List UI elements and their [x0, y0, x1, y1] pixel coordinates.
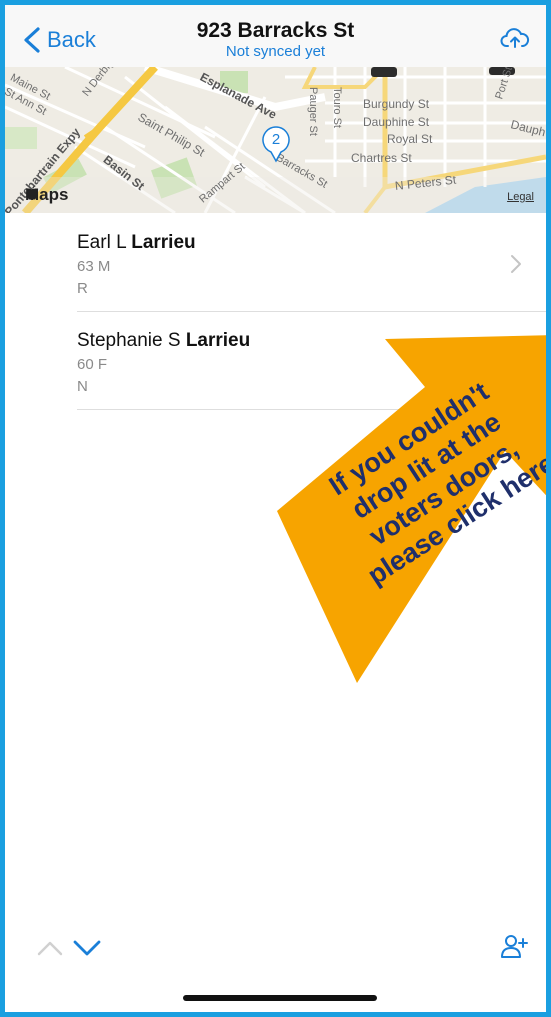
- voter-age-sex: 60 F: [77, 356, 108, 373]
- voter-party: N: [77, 378, 88, 395]
- sync-status: Not synced yet: [225, 43, 326, 60]
- voter-name: Earl L Larrieu: [77, 232, 196, 254]
- chevron-down-icon[interactable]: [73, 939, 101, 957]
- voter-last-name: Larrieu: [131, 232, 196, 253]
- map-label: Burgundy St: [363, 97, 430, 111]
- apple-logo-icon: [26, 186, 38, 200]
- legal-link[interactable]: Legal: [507, 191, 534, 203]
- voter-first-name: Stephanie S: [77, 330, 181, 351]
- map-label: Pauger St: [307, 87, 319, 136]
- screen: Back 923 Barracks St Not synced yet Main…: [5, 5, 546, 1012]
- chevron-up-icon: [37, 941, 63, 956]
- map-label: Dauphine St: [363, 115, 430, 129]
- page-title: 923 Barracks St: [196, 19, 355, 42]
- add-person-icon[interactable]: [500, 933, 528, 959]
- voter-age-sex: 63 M: [77, 258, 111, 275]
- chevron-right-icon: [511, 255, 521, 273]
- voter-party: R: [77, 280, 88, 297]
- map-view[interactable]: Maine St St Ann St N Derbigny Esplanade …: [5, 67, 546, 213]
- map-label: Royal St: [387, 132, 433, 146]
- maps-brand: Maps: [25, 185, 68, 205]
- navigation-bar: Back 923 Barracks St Not synced yet: [5, 5, 546, 67]
- home-indicator[interactable]: [183, 995, 377, 1001]
- cluster-count: 2: [271, 131, 281, 148]
- voter-first-name: Earl L: [77, 232, 126, 253]
- map-cluster-pin[interactable]: 2: [261, 125, 291, 163]
- list-item[interactable]: Earl L Larrieu 63 M R: [5, 213, 546, 311]
- voter-last-name: Larrieu: [185, 330, 251, 351]
- cloud-upload-icon[interactable]: [500, 27, 530, 51]
- drop-lit-callout-button[interactable]: If you couldn't drop lit at the voters d…: [245, 305, 546, 695]
- voter-name: Stephanie S Larrieu: [77, 330, 250, 352]
- map-label: Chartres St: [351, 151, 412, 165]
- map-label: Touro St: [331, 87, 343, 128]
